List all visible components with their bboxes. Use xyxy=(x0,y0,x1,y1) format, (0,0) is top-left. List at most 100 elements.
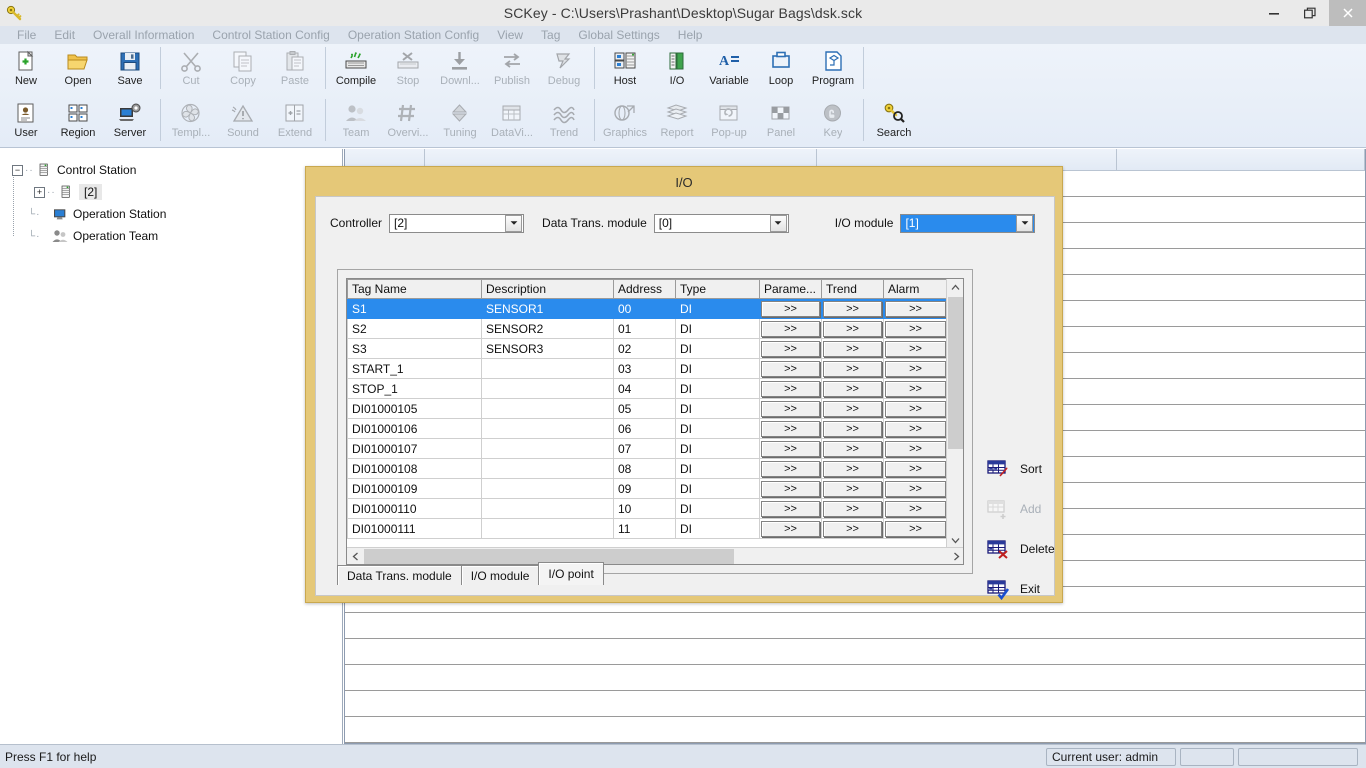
io-table-row[interactable]: DI01000110 10 DI >> >> >> xyxy=(347,498,948,519)
tree-node-operation-station[interactable]: └· Operation Station xyxy=(8,203,342,225)
io-parameter-button[interactable]: >> xyxy=(761,320,820,337)
io-cell-type[interactable]: DI xyxy=(675,498,760,519)
io-cell-desc[interactable] xyxy=(481,458,614,479)
scroll-up-icon[interactable] xyxy=(947,279,963,296)
tab-data-trans-module[interactable]: Data Trans. module xyxy=(337,565,462,585)
io-alarm-button[interactable]: >> xyxy=(885,380,946,397)
io-cell-tag[interactable]: STOP_1 xyxy=(347,378,482,399)
io-cell-desc[interactable] xyxy=(481,398,614,419)
io-parameter-button[interactable]: >> xyxy=(761,440,820,457)
io-table-column-tag-name[interactable]: Tag Name xyxy=(347,279,482,299)
delete-button[interactable]: Delete xyxy=(984,529,1094,569)
io-cell-type[interactable]: DI xyxy=(675,378,760,399)
io-trend-button[interactable]: >> xyxy=(823,380,882,397)
io-cell-desc[interactable] xyxy=(481,418,614,439)
io-table-row[interactable]: DI01000109 09 DI >> >> >> xyxy=(347,478,948,499)
io-trend-button[interactable]: >> xyxy=(823,400,882,417)
toolbar-button-open[interactable]: Open xyxy=(52,44,104,94)
toolbar-button-compile[interactable]: Compile xyxy=(330,44,382,94)
toolbar-button-program[interactable]: Program xyxy=(807,44,859,94)
chevron-down-icon[interactable] xyxy=(1016,214,1034,232)
io-cell-desc[interactable] xyxy=(481,498,614,519)
close-button[interactable] xyxy=(1329,0,1366,26)
io-alarm-button[interactable]: >> xyxy=(885,520,946,537)
toolbar-button-search[interactable]: Search xyxy=(868,96,920,146)
io-parameter-button[interactable]: >> xyxy=(761,420,820,437)
vertical-scroll-thumb[interactable] xyxy=(948,297,963,449)
io-cell-addr[interactable]: 10 xyxy=(613,498,676,519)
scroll-right-icon[interactable] xyxy=(948,548,963,565)
sort-button[interactable]: Sort xyxy=(984,449,1094,489)
io-trend-button[interactable]: >> xyxy=(823,340,882,357)
io-table-row[interactable]: DI01000111 11 DI >> >> >> xyxy=(347,518,948,539)
chevron-down-icon[interactable] xyxy=(769,214,787,232)
io-alarm-button[interactable]: >> xyxy=(885,460,946,477)
io-cell-tag[interactable]: DI01000105 xyxy=(347,398,482,419)
io-cell-tag[interactable]: S2 xyxy=(347,318,482,339)
io-table-column-description[interactable]: Description xyxy=(481,279,614,299)
io-cell-addr[interactable]: 02 xyxy=(613,338,676,359)
io-parameter-button[interactable]: >> xyxy=(761,520,820,537)
menu-item-control-station-config[interactable]: Control Station Config xyxy=(203,26,338,44)
tree-node-control-station[interactable]: − ·· Control Station xyxy=(8,159,342,181)
tree-expand-icon[interactable]: + xyxy=(34,186,45,198)
io-cell-type[interactable]: DI xyxy=(675,338,760,359)
io-cell-addr[interactable]: 07 xyxy=(613,438,676,459)
io-cell-type[interactable]: DI xyxy=(675,318,760,339)
io-parameter-button[interactable]: >> xyxy=(761,480,820,497)
io-alarm-button[interactable]: >> xyxy=(885,500,946,517)
io-table-column-trend[interactable]: Trend xyxy=(821,279,884,299)
io-alarm-button[interactable]: >> xyxy=(885,440,946,457)
io-trend-button[interactable]: >> xyxy=(823,520,882,537)
io-table-row[interactable]: DI01000108 08 DI >> >> >> xyxy=(347,458,948,479)
tree-node-operation-team[interactable]: └· Operation Team xyxy=(8,225,342,247)
io-cell-tag[interactable]: DI01000111 xyxy=(347,518,482,539)
io-table-vertical-scrollbar[interactable] xyxy=(946,279,963,549)
io-trend-button[interactable]: >> xyxy=(823,320,882,337)
io-trend-button[interactable]: >> xyxy=(823,360,882,377)
io-table-row[interactable]: DI01000106 06 DI >> >> >> xyxy=(347,418,948,439)
menu-item-overall-information[interactable]: Overall Information xyxy=(84,26,203,44)
io-cell-addr[interactable]: 06 xyxy=(613,418,676,439)
io-alarm-button[interactable]: >> xyxy=(885,340,946,357)
io-cell-tag[interactable]: DI01000109 xyxy=(347,478,482,499)
menu-item-help[interactable]: Help xyxy=(669,26,712,44)
io-cell-type[interactable]: DI xyxy=(675,398,760,419)
io-cell-tag[interactable]: DI01000108 xyxy=(347,458,482,479)
io-cell-type[interactable]: DI xyxy=(675,298,760,319)
toolbar-button-i-o[interactable]: I/O xyxy=(651,44,703,94)
io-table-column-type[interactable]: Type xyxy=(675,279,760,299)
io-parameter-button[interactable]: >> xyxy=(761,340,820,357)
io-cell-desc[interactable] xyxy=(481,478,614,499)
io-cell-desc[interactable] xyxy=(481,358,614,379)
io-trend-button[interactable]: >> xyxy=(823,440,882,457)
io-table-column-parame[interactable]: Parame... xyxy=(759,279,822,299)
io-table-row[interactable]: START_1 03 DI >> >> >> xyxy=(347,358,948,379)
io-cell-tag[interactable]: START_1 xyxy=(347,358,482,379)
io-cell-type[interactable]: DI xyxy=(675,458,760,479)
io-table-row[interactable]: S2 SENSOR2 01 DI >> >> >> xyxy=(347,318,948,339)
toolbar-button-save[interactable]: Save xyxy=(104,44,156,94)
io-table-column-alarm[interactable]: Alarm xyxy=(883,279,948,299)
io-module-select[interactable]: [1] xyxy=(900,213,1036,233)
io-parameter-button[interactable]: >> xyxy=(761,300,820,317)
toolbar-button-server[interactable]: Server xyxy=(104,96,156,146)
tree-collapse-icon[interactable]: − xyxy=(12,164,23,176)
io-cell-type[interactable]: DI xyxy=(675,438,760,459)
io-table-column-address[interactable]: Address xyxy=(613,279,676,299)
exit-button[interactable]: Exit xyxy=(984,569,1094,609)
io-trend-button[interactable]: >> xyxy=(823,500,882,517)
io-cell-tag[interactable]: S1 xyxy=(347,298,482,319)
io-cell-addr[interactable]: 05 xyxy=(613,398,676,419)
io-parameter-button[interactable]: >> xyxy=(761,360,820,377)
io-cell-desc[interactable] xyxy=(481,438,614,459)
menu-item-operation-station-config[interactable]: Operation Station Config xyxy=(339,26,488,44)
io-cell-type[interactable]: DI xyxy=(675,478,760,499)
io-parameter-button[interactable]: >> xyxy=(761,460,820,477)
io-table-row[interactable]: S1 SENSOR1 00 DI >> >> >> xyxy=(347,298,948,319)
menu-item-tag[interactable]: Tag xyxy=(532,26,569,44)
io-trend-button[interactable]: >> xyxy=(823,460,882,477)
menu-item-edit[interactable]: Edit xyxy=(45,26,84,44)
io-cell-tag[interactable]: DI01000106 xyxy=(347,418,482,439)
data-trans-select[interactable]: [0] xyxy=(653,213,789,233)
